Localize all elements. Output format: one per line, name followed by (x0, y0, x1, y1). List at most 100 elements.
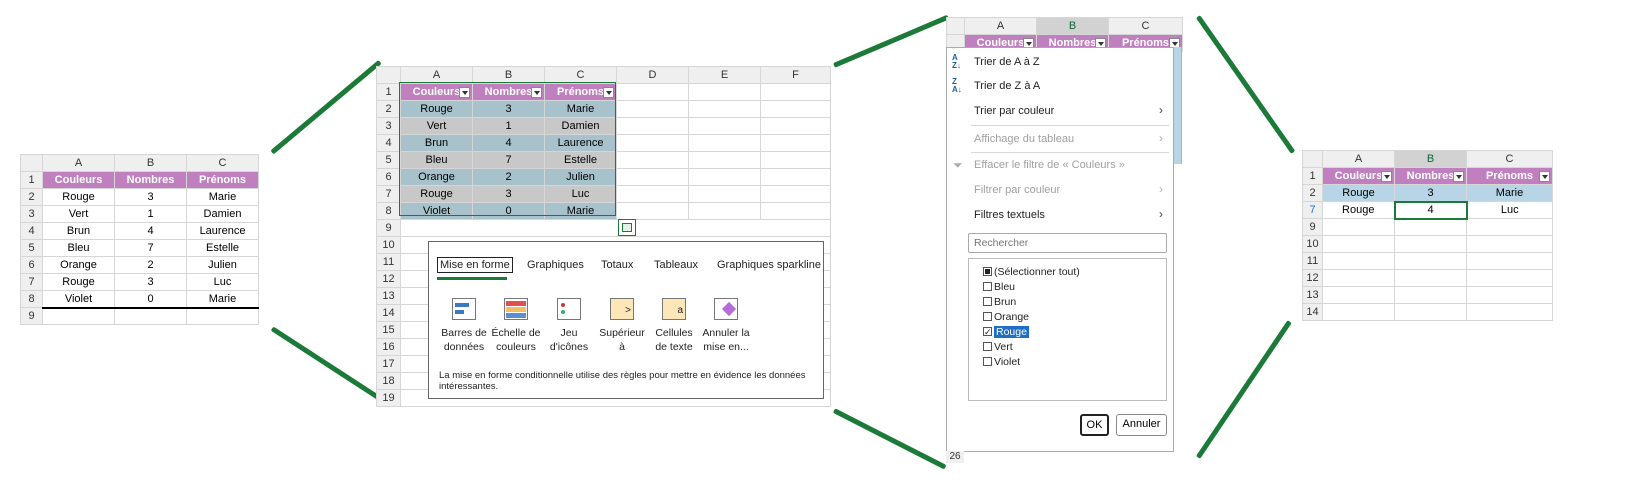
list-item[interactable]: Vert (983, 340, 1013, 354)
table-cell[interactable]: Rouge (1322, 184, 1395, 202)
empty-cell[interactable] (616, 134, 689, 152)
empty-cell[interactable] (760, 134, 831, 152)
empty-cell[interactable] (1322, 218, 1395, 236)
greater-than-button[interactable]: > Supérieur à (597, 298, 647, 354)
row-header[interactable]: 9 (1302, 218, 1323, 236)
row-header[interactable]: 4 (20, 222, 43, 240)
search-input[interactable] (968, 233, 1167, 253)
checkbox[interactable] (983, 357, 992, 366)
row-header[interactable]: 6 (20, 256, 43, 274)
row-header[interactable]: 17 (376, 355, 401, 373)
table-header-nombres[interactable]: Nombres (114, 171, 187, 189)
filter-dropdown-icon[interactable] (1453, 171, 1464, 182)
column-header-a[interactable]: A (400, 66, 473, 84)
empty-cell[interactable] (1394, 252, 1467, 270)
menu-text-filters[interactable]: Filtres textuels (974, 209, 1045, 221)
row-header[interactable]: 13 (376, 287, 401, 305)
row-header[interactable]: 7 (20, 273, 43, 291)
row-header[interactable]: 3 (376, 117, 401, 135)
row-header[interactable]: 16 (376, 338, 401, 356)
empty-cell[interactable] (616, 185, 689, 203)
empty-cell[interactable] (1322, 286, 1395, 304)
table-header-nombres[interactable]: Nombres (1394, 167, 1467, 185)
empty-cell[interactable] (688, 151, 761, 169)
row-header[interactable]: 8 (376, 202, 401, 220)
icon-set-button[interactable]: Jeu d'icônes (544, 298, 594, 354)
column-header-b[interactable]: B (1394, 150, 1467, 168)
table-cell[interactable]: Rouge (1322, 201, 1395, 219)
menu-sort-za[interactable]: Trier de Z à A (974, 80, 1040, 92)
table-header-prenoms[interactable]: Prénoms (186, 171, 259, 189)
row-header[interactable]: 10 (1302, 235, 1323, 253)
empty-cell[interactable] (186, 307, 259, 325)
column-header-c[interactable]: C (1108, 17, 1183, 35)
menu-filter-by-color[interactable]: Filtrer par couleur (974, 184, 1060, 196)
empty-cell[interactable] (688, 202, 761, 220)
checkbox[interactable] (983, 297, 992, 306)
empty-cell[interactable] (616, 100, 689, 118)
table-cell[interactable]: Vert (42, 205, 115, 223)
row-header[interactable]: 12 (376, 270, 401, 288)
empty-cell[interactable] (760, 202, 831, 220)
table-cell[interactable]: 3 (114, 188, 187, 206)
row-header[interactable]: 7 (1302, 201, 1323, 219)
corner-cell[interactable] (20, 154, 43, 172)
table-cell[interactable]: Bleu (42, 239, 115, 257)
table-cell[interactable]: Brun (42, 222, 115, 240)
corner-cell[interactable] (376, 66, 401, 84)
empty-cell[interactable] (616, 151, 689, 169)
column-header-a[interactable]: A (1322, 150, 1395, 168)
row-header[interactable]: 6 (376, 168, 401, 186)
empty-cell[interactable] (760, 100, 831, 118)
table-cell[interactable]: Julien (186, 256, 259, 274)
tab-tableaux[interactable]: Tableaux (654, 259, 698, 271)
table-cell[interactable]: Luc (186, 273, 259, 291)
empty-cell[interactable] (1322, 303, 1395, 321)
checkbox[interactable] (983, 342, 992, 351)
table-cell[interactable]: Violet (42, 290, 115, 309)
row-header[interactable]: 18 (376, 372, 401, 390)
row-header[interactable]: 9 (20, 307, 43, 325)
empty-cell[interactable] (1466, 252, 1553, 270)
row-header[interactable]: 14 (376, 304, 401, 322)
empty-cell[interactable] (1466, 286, 1553, 304)
row-header[interactable]: 7 (376, 185, 401, 203)
table-cell[interactable]: Luc (1466, 201, 1553, 219)
empty-cell[interactable] (688, 100, 761, 118)
column-header-b[interactable]: B (472, 66, 545, 84)
row-header[interactable]: 1 (376, 83, 401, 101)
column-header-a[interactable]: A (964, 17, 1037, 35)
empty-cell[interactable] (688, 117, 761, 135)
tab-graphiques[interactable]: Graphiques (527, 259, 584, 271)
table-cell[interactable]: Orange (42, 256, 115, 274)
empty-cell[interactable] (688, 134, 761, 152)
table-cell[interactable]: 3 (114, 273, 187, 291)
color-scale-button[interactable]: Échelle de couleurs (491, 298, 541, 354)
menu-sort-az[interactable]: Trier de A à Z (974, 56, 1040, 68)
row-header[interactable]: 15 (376, 321, 401, 339)
row-header[interactable]: 10 (376, 236, 401, 254)
list-item[interactable]: Orange (983, 310, 1029, 324)
empty-cell[interactable] (1394, 303, 1467, 321)
row-header[interactable]: 26 (946, 451, 964, 463)
table-cell[interactable]: Marie (186, 188, 259, 206)
row-header[interactable]: 19 (376, 389, 401, 407)
row-header[interactable]: 5 (376, 151, 401, 169)
tab-totaux[interactable]: Totaux (601, 259, 633, 271)
empty-cell[interactable] (760, 168, 831, 186)
empty-cell[interactable] (1394, 286, 1467, 304)
table-cell[interactable]: 2 (114, 256, 187, 274)
row-header[interactable]: 5 (20, 239, 43, 257)
empty-cell[interactable] (616, 202, 689, 220)
data-bars-button[interactable]: Barres de données (439, 298, 489, 354)
checkbox-checked[interactable]: ✓ (983, 327, 992, 337)
checkbox[interactable] (983, 282, 992, 291)
ok-button[interactable]: OK (1080, 414, 1109, 436)
empty-cell[interactable] (1466, 303, 1553, 321)
list-item[interactable]: Brun (983, 295, 1016, 309)
column-header-e[interactable]: E (688, 66, 761, 84)
checkbox-partial[interactable] (983, 267, 992, 276)
filter-values-list[interactable]: (Sélectionner tout) Bleu Brun Orange ✓ Ro… (968, 258, 1167, 401)
empty-cell[interactable] (616, 117, 689, 135)
menu-table-view[interactable]: Affichage du tableau (974, 133, 1074, 145)
